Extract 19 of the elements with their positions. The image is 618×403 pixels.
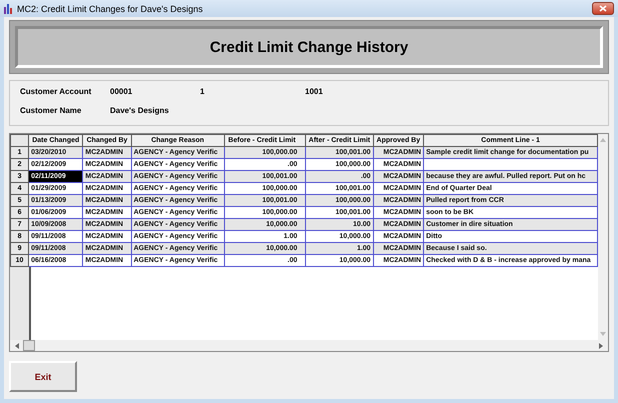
close-button[interactable] xyxy=(592,2,614,15)
field-value: 1001 xyxy=(305,86,324,96)
scroll-right-icon[interactable] xyxy=(599,342,603,348)
horizontal-scrollbar[interactable] xyxy=(10,340,608,351)
scroll-left-icon[interactable] xyxy=(15,342,19,348)
scroll-up-icon[interactable] xyxy=(600,138,606,142)
field-value: Dave's Designs xyxy=(110,106,170,114)
bar-chart-icon xyxy=(4,4,14,14)
field-label: Customer Name xyxy=(20,106,82,114)
window-title: MC2: Credit Limit Changes for Dave's Designs xyxy=(17,4,203,14)
field-value: 00001 xyxy=(110,86,134,96)
scroll-thumb[interactable] xyxy=(23,340,35,351)
page-heading: Credit Limit Change History xyxy=(210,38,408,56)
close-icon xyxy=(599,5,607,12)
field-value: 1 xyxy=(200,86,206,96)
exit-button[interactable]: Exit xyxy=(9,361,77,392)
field-label: Customer Account xyxy=(20,86,92,96)
scroll-down-icon[interactable] xyxy=(600,332,606,336)
vertical-scrollbar[interactable] xyxy=(598,134,608,340)
